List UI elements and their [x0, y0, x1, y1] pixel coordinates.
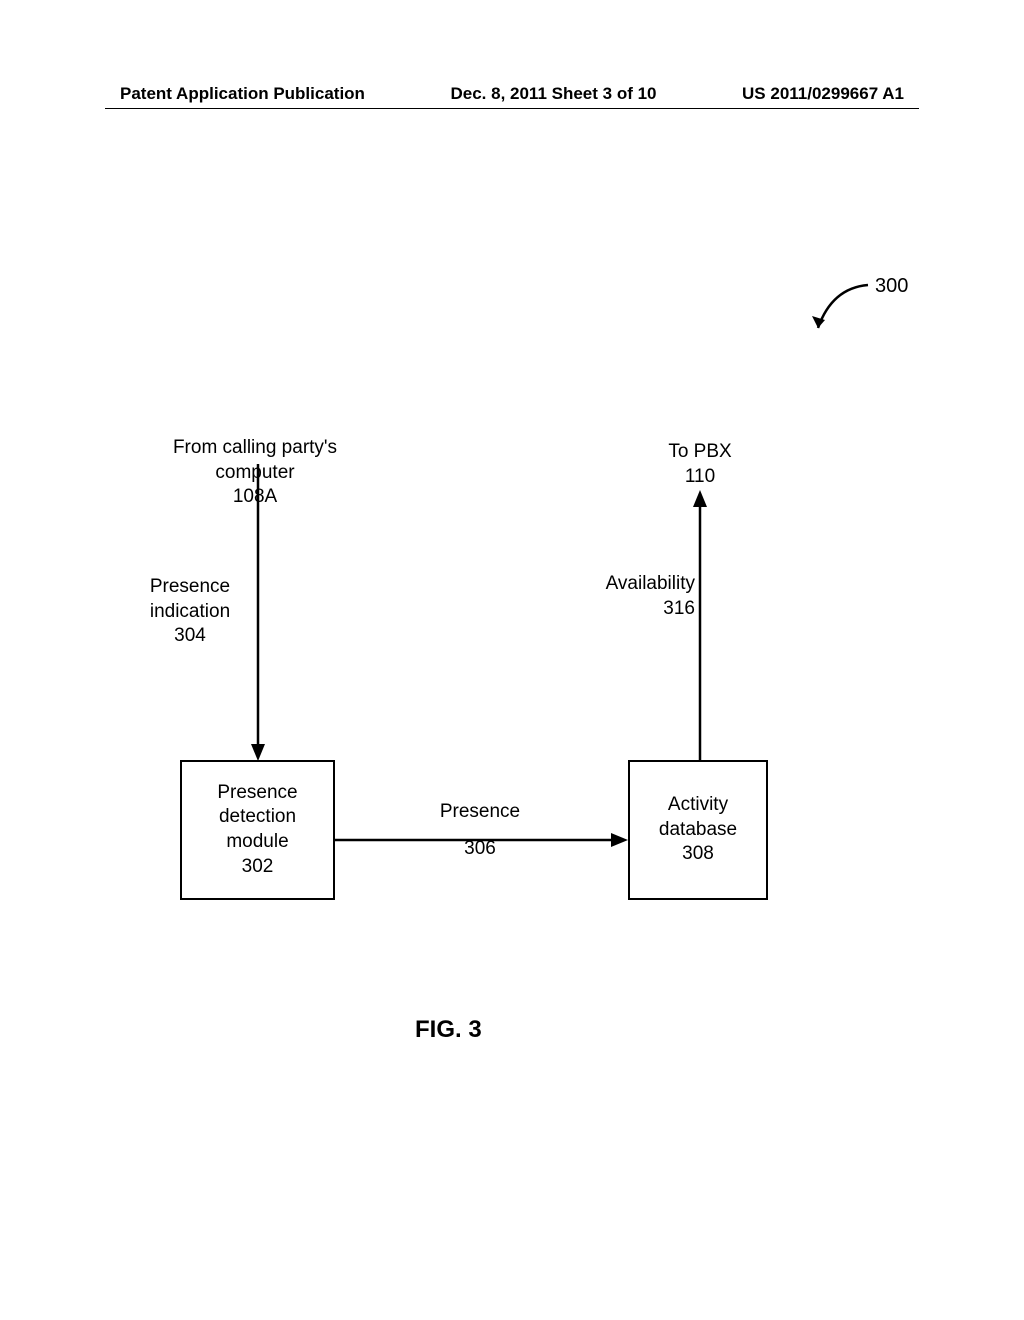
- text-line: Presence: [135, 575, 245, 600]
- text-line: Presence: [420, 800, 540, 825]
- label-to-pbx: To PBX 110: [640, 440, 760, 489]
- arrow-up-right: [685, 490, 715, 765]
- text-line: To PBX: [640, 440, 760, 465]
- label-availability: Availability 316: [585, 572, 695, 621]
- text-line: 302: [242, 855, 274, 880]
- diagram-figure-3: 300 From calling party's computer 108A P…: [0, 0, 1024, 1320]
- ref-label-300: 300: [875, 275, 908, 298]
- text-line: module: [226, 830, 288, 855]
- text-line: 110: [640, 465, 760, 490]
- label-presence: Presence 306: [420, 800, 540, 861]
- text-line: Presence: [217, 781, 297, 806]
- box-presence-detection-module: Presence detection module 302: [180, 760, 335, 900]
- figure-caption: FIG. 3: [415, 1016, 482, 1044]
- text-line: Activity: [668, 793, 728, 818]
- text-line: 308: [682, 842, 714, 867]
- label-presence-indication: Presence indication 304: [135, 575, 245, 649]
- text-line: detection: [219, 805, 296, 830]
- text-line: indication: [135, 600, 245, 625]
- box-activity-database: Activity database 308: [628, 760, 768, 900]
- text-line: 304: [135, 624, 245, 649]
- text-line: 316: [585, 597, 695, 622]
- arrow-down-left: [243, 464, 273, 764]
- text-line: Availability: [585, 572, 695, 597]
- text-line: From calling party's: [155, 436, 355, 461]
- text-line: database: [659, 818, 737, 843]
- text-line: 306: [420, 837, 540, 862]
